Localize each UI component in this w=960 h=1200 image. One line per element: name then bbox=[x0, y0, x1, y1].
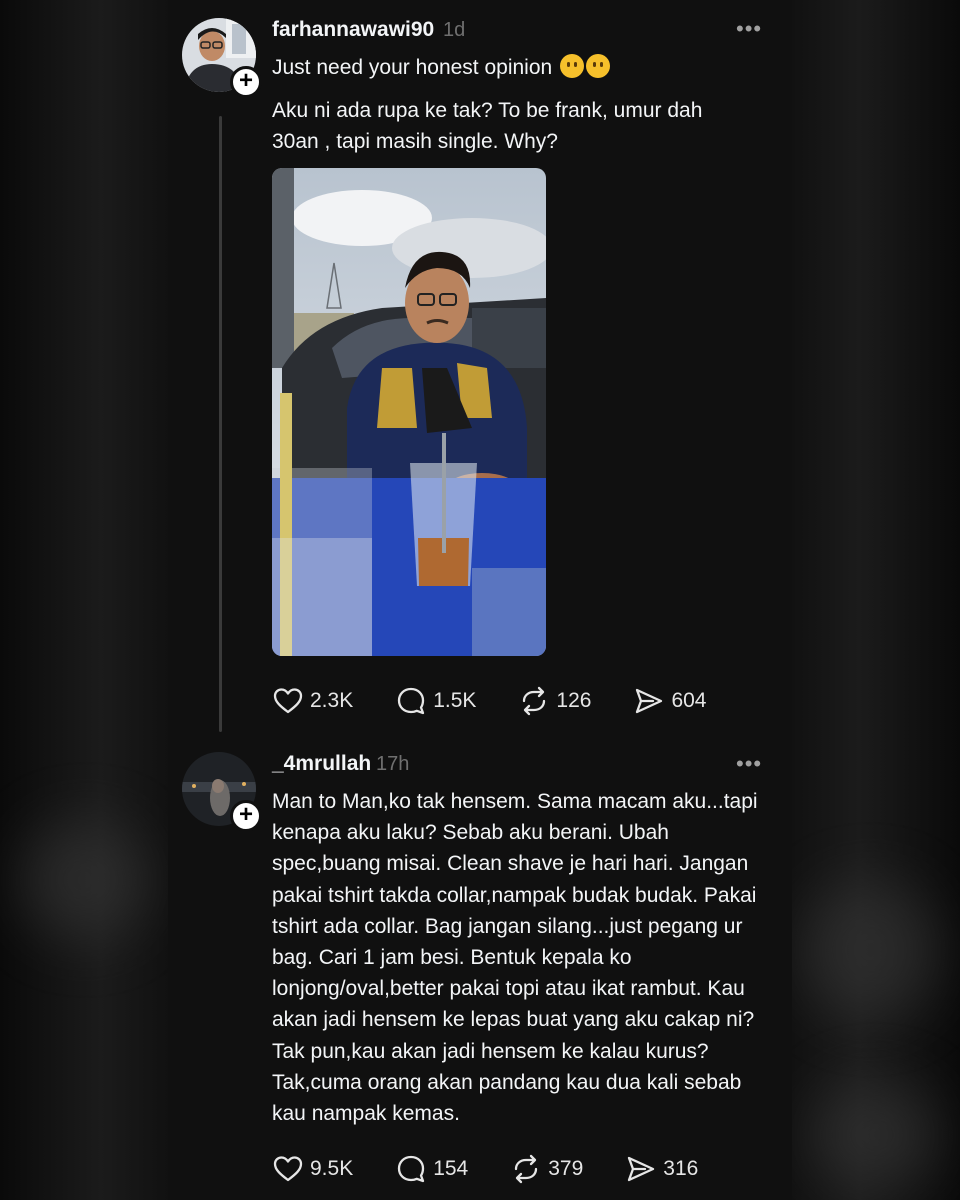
post-photo[interactable] bbox=[272, 168, 546, 656]
reply-username[interactable]: _4mrullah bbox=[272, 752, 371, 776]
reply-body: Man to Man,ko tak hensem. Sama macam aku… bbox=[272, 790, 758, 1126]
more-options-icon[interactable]: ••• bbox=[736, 751, 762, 777]
like-button[interactable]: 9.5K bbox=[272, 1153, 353, 1185]
background-right bbox=[792, 0, 960, 1200]
thread-line bbox=[219, 116, 222, 732]
repost-button[interactable]: 126 bbox=[518, 685, 591, 717]
follow-plus-icon[interactable]: + bbox=[230, 800, 262, 832]
like-button[interactable]: 2.3K bbox=[272, 685, 353, 717]
repost-button[interactable]: 379 bbox=[510, 1153, 583, 1185]
post-time: 1d bbox=[443, 19, 466, 41]
more-options-icon[interactable]: ••• bbox=[736, 16, 762, 42]
follow-plus-icon[interactable]: + bbox=[230, 66, 262, 98]
repost-icon bbox=[515, 1154, 538, 1184]
like-count: 2.3K bbox=[310, 689, 354, 712]
reply-time: 17h bbox=[376, 753, 410, 775]
background-blur bbox=[20, 820, 150, 940]
reply-actions: 9.5K 154 379 316 bbox=[272, 1153, 740, 1185]
repost-icon bbox=[523, 686, 546, 716]
share-count: 316 bbox=[663, 1157, 699, 1180]
post-body: Aku ni ada rupa ke tak? To be frank, umu… bbox=[272, 99, 703, 154]
background-left bbox=[0, 0, 168, 1200]
share-button[interactable]: 604 bbox=[633, 685, 707, 717]
post-actions: 2.3K 1.5K 126 604 bbox=[272, 685, 749, 717]
reply-button[interactable]: 154 bbox=[395, 1153, 468, 1185]
reply-count: 154 bbox=[433, 1157, 469, 1180]
share-icon bbox=[636, 688, 663, 714]
comment-icon bbox=[398, 687, 425, 715]
background-blur bbox=[810, 1080, 940, 1190]
heart-icon bbox=[273, 688, 303, 714]
reply-button[interactable]: 1.5K bbox=[395, 685, 476, 717]
repost-count: 126 bbox=[556, 689, 592, 712]
face-without-mouth-icon bbox=[586, 54, 611, 78]
share-button[interactable]: 316 bbox=[625, 1153, 698, 1185]
share-count: 604 bbox=[671, 689, 707, 712]
post-text-line1: Just need your honest opinion bbox=[272, 52, 742, 83]
background-blur bbox=[800, 880, 940, 1020]
heart-icon bbox=[273, 1156, 303, 1182]
repost-count: 379 bbox=[548, 1157, 584, 1180]
share-icon bbox=[628, 1156, 655, 1182]
slightly-smiling-face-icon bbox=[560, 54, 585, 78]
like-count: 9.5K bbox=[310, 1157, 354, 1180]
post-username[interactable]: farhannawawi90 bbox=[272, 18, 434, 42]
comment-icon bbox=[398, 1155, 425, 1183]
reply-count: 1.5K bbox=[433, 689, 477, 712]
